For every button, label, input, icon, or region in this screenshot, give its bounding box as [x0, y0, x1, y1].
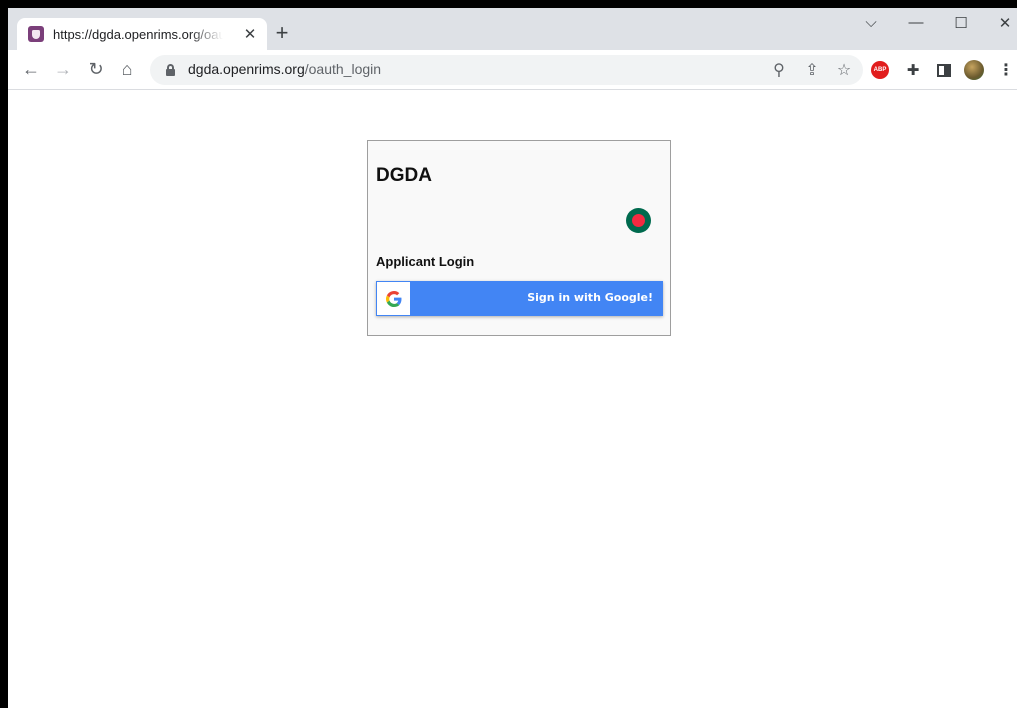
brand-title: DGDA [376, 165, 432, 186]
minimize-icon[interactable]: — [901, 14, 931, 31]
login-heading: Applicant Login [376, 254, 475, 269]
kebab-menu-icon[interactable]: ⋮ [996, 60, 1016, 80]
google-sign-in-button[interactable]: Sign in with Google! [376, 281, 663, 316]
login-card: DGDA Applicant Login Sign in with Google… [367, 140, 671, 336]
address-bar[interactable]: dgda.openrims.org/oauth_login ⚲ ⇪ ☆ [150, 55, 863, 85]
lock-icon[interactable] [166, 64, 175, 76]
back-arrow-icon[interactable]: ← [20, 59, 42, 79]
share-icon[interactable]: ⇪ [802, 60, 822, 80]
browser-window: https://dgda.openrims.org/oauth_login ✕ … [0, 0, 1017, 708]
profile-avatar-icon[interactable] [964, 60, 984, 80]
chevron-down-icon[interactable]: ⌵ [856, 14, 886, 31]
forward-arrow-icon[interactable]: → [52, 59, 74, 79]
window-close-icon[interactable]: ✕ [990, 14, 1017, 32]
browser-tab[interactable]: https://dgda.openrims.org/oauth_login ✕ [17, 18, 267, 50]
new-tab-button[interactable]: + [270, 22, 294, 46]
google-button-label: Sign in with Google! [527, 291, 653, 304]
side-panel-icon[interactable] [934, 60, 954, 80]
close-icon[interactable]: ✕ [241, 25, 259, 43]
google-logo-icon [377, 282, 410, 315]
tab-strip: https://dgda.openrims.org/oauth_login ✕ … [8, 8, 1017, 50]
zoom-icon[interactable]: ⚲ [769, 60, 789, 80]
star-icon[interactable]: ☆ [834, 60, 854, 80]
url-text[interactable]: dgda.openrims.org/oauth_login [188, 61, 381, 77]
rims-shield-icon [28, 26, 44, 42]
browser-toolbar: ← → ↻ ⌂ dgda.openrims.org/oauth_login ⚲ … [8, 50, 1017, 90]
puzzle-icon[interactable]: ✚ [903, 60, 923, 80]
tab-title: https://dgda.openrims.org/oauth_login [53, 26, 223, 42]
bangladesh-flag-icon [626, 208, 651, 233]
home-icon[interactable]: ⌂ [116, 59, 138, 79]
reload-icon[interactable]: ↻ [85, 59, 107, 79]
maximize-icon[interactable]: ☐ [946, 14, 976, 32]
adblock-plus-icon[interactable]: ABP [870, 60, 890, 80]
